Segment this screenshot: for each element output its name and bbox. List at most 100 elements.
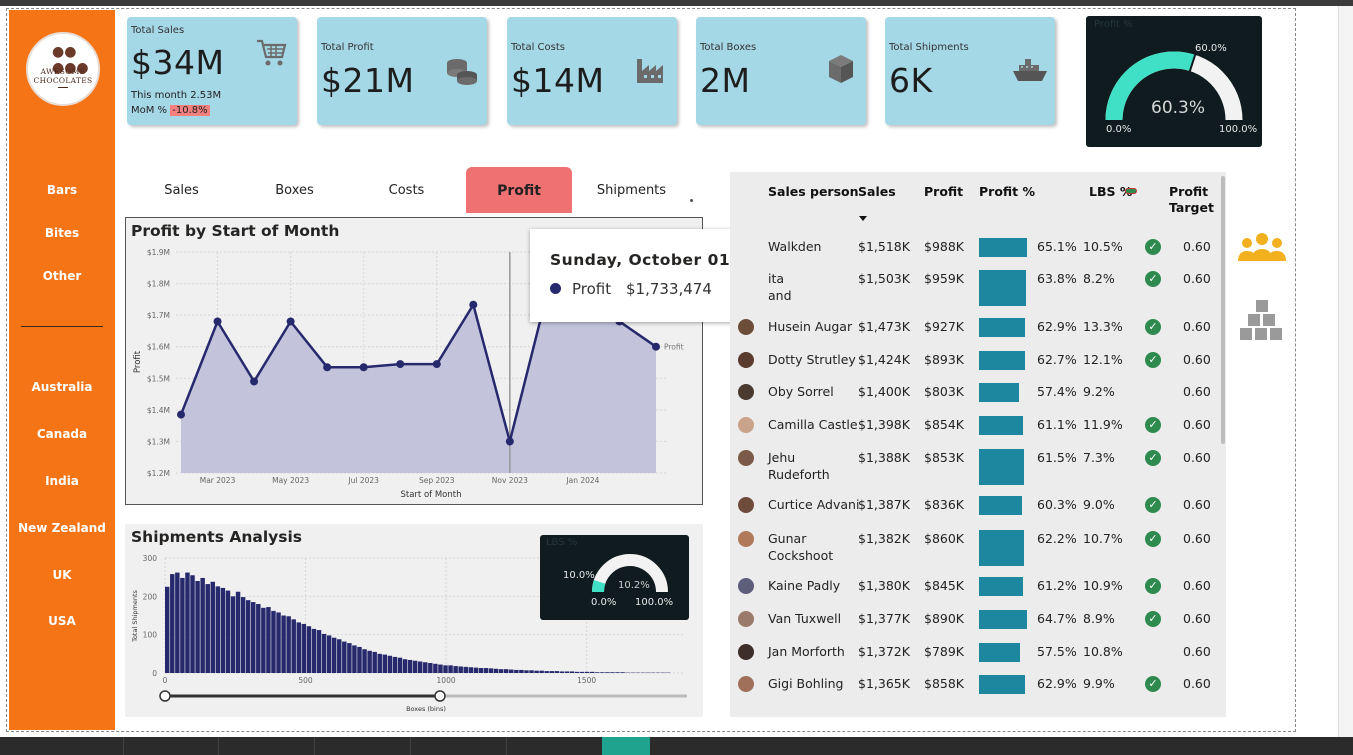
tab-sales[interactable]: Sales: [129, 167, 234, 213]
column-header-profit-target[interactable]: Profit Target: [1169, 184, 1214, 216]
profit-target-value: 0.60: [1183, 676, 1211, 691]
lbs-percent-value: 13.3%: [1083, 319, 1123, 334]
histogram-bar: [584, 671, 590, 673]
histogram-bar: [357, 646, 362, 673]
lbs-percent-value: 9.0%: [1083, 497, 1115, 512]
histogram-bar: [605, 672, 610, 673]
histogram-bar: [549, 671, 554, 673]
kpi-label: Total Costs: [511, 42, 565, 53]
sidebar-item-bars[interactable]: Bars: [9, 183, 115, 197]
profit-percent-bar: [979, 270, 1026, 306]
kpi-card-total-shipments[interactable]: Total Shipments 6K: [885, 17, 1055, 125]
tooltip-value: $1,733,474: [626, 280, 712, 298]
sales-person-table[interactable]: Sales person Sales Profit Profit % LBS %…: [730, 172, 1226, 717]
kpi-card-total-profit[interactable]: Total Profit $21M: [317, 17, 487, 125]
histogram-bar: [382, 654, 388, 673]
x-axis-title: Start of Month: [400, 490, 461, 500]
sort-descending-icon[interactable]: [859, 216, 867, 221]
sidebar-item-bites[interactable]: Bites: [9, 226, 115, 240]
sidebar-item-australia[interactable]: Australia: [9, 380, 115, 394]
kpi-card-total-boxes[interactable]: Total Boxes 2M: [696, 17, 866, 125]
kpi-card-total-costs[interactable]: Total Costs $14M: [507, 17, 677, 125]
histogram-bar: [483, 668, 489, 673]
histogram-bar: [417, 661, 423, 673]
profit-target-value: 0.60: [1183, 384, 1211, 399]
histogram-bar: [185, 572, 190, 673]
histogram-bar: [256, 604, 261, 673]
people-icon[interactable]: [1238, 232, 1286, 262]
column-header-profit-percent[interactable]: Profit %: [979, 184, 1035, 200]
y-tick-label: $1.7M: [147, 311, 170, 320]
sales-value: $1,503K: [858, 271, 910, 286]
column-header-sales[interactable]: Sales: [858, 184, 896, 200]
window-right-edge: [1338, 6, 1353, 737]
range-slider-handle-start[interactable]: [159, 690, 171, 702]
histogram-bar: [534, 670, 539, 673]
histogram-bar: [301, 623, 307, 673]
profit-percent-bar: [979, 577, 1023, 596]
active-page-tab[interactable]: [602, 737, 650, 755]
sidebar-item-canada[interactable]: Canada: [9, 427, 115, 441]
sidebar-item-other[interactable]: Other: [9, 269, 115, 283]
profit-percent-gauge[interactable]: Profit % 60.3% 60.0% 0.0% 100.0%: [1086, 16, 1262, 147]
profit-percent-value: 57.4%: [1037, 384, 1077, 399]
profit-percent-bar: [979, 530, 1024, 566]
y-tick-label: $1.5M: [147, 374, 170, 383]
sidebar-item-new-zealand[interactable]: New Zealand: [9, 521, 115, 535]
profit-percent-value: 61.5%: [1037, 450, 1077, 465]
sidebar-item-uk[interactable]: UK: [9, 568, 115, 582]
avatar: [738, 644, 754, 660]
profit-value: $858K: [924, 676, 965, 691]
column-header-sales-person[interactable]: Sales person: [768, 184, 859, 200]
y-tick-label: $1.6M: [147, 343, 170, 352]
sidebar: ●● ●●● AWESOME CHOCOLATES Bars Bites Othe…: [9, 10, 115, 730]
sidebar-item-india[interactable]: India: [9, 474, 115, 488]
histogram-bar: [488, 668, 494, 673]
profit-target-value: 0.60: [1183, 271, 1211, 286]
histogram-bar: [544, 671, 549, 673]
data-point: [396, 360, 405, 369]
data-point: [432, 360, 441, 369]
sales-value: $1,377K: [858, 611, 910, 626]
y-tick-label: $1.4M: [147, 406, 170, 415]
lbs-percent-gauge[interactable]: LBS % 10.0% 10.2% 0.0% 100.0%: [540, 535, 689, 620]
lbs-percent-value: 12.1%: [1083, 352, 1123, 367]
profit-target-value: 0.60: [1183, 239, 1211, 254]
y-tick-label: $1.9M: [147, 248, 170, 257]
histogram-bar: [175, 572, 180, 673]
tab-profit[interactable]: Profit: [466, 167, 572, 213]
target-met-check-icon: ✓: [1145, 497, 1161, 513]
sales-person-name: Walkden: [768, 239, 822, 254]
x-tick-label: 1000: [437, 676, 456, 685]
histogram-bar: [524, 670, 529, 673]
histogram-bar: [407, 659, 413, 673]
tooltip-series-name: Profit: [572, 280, 612, 298]
histogram-bar: [514, 669, 519, 673]
kpi-this-month: This month 2.53M: [131, 90, 222, 101]
tab-boxes[interactable]: Boxes: [242, 167, 347, 213]
sidebar-item-usa[interactable]: USA: [9, 614, 115, 628]
range-slider-handle-end[interactable]: [434, 690, 446, 702]
histogram-bar: [342, 641, 347, 673]
histogram-bar: [165, 586, 170, 673]
logo-brand-text: AWESOME CHOCOLATES: [33, 67, 93, 85]
page-tab-separator: [410, 737, 411, 755]
stacked-boxes-icon[interactable]: [1240, 300, 1284, 344]
histogram-bar: [251, 602, 256, 673]
tab-shipments[interactable]: Shipments: [579, 167, 684, 213]
table-scrollbar[interactable]: [1221, 176, 1225, 444]
histogram-bar: [493, 668, 499, 673]
profit-percent-value: 62.9%: [1037, 319, 1077, 334]
data-point: [652, 342, 660, 351]
profit-percent-value: 61.2%: [1037, 578, 1077, 593]
data-point: [323, 363, 332, 372]
tab-costs[interactable]: Costs: [354, 167, 459, 213]
lbs-percent-value: 8.2%: [1083, 271, 1115, 286]
kpi-card-total-sales[interactable]: Total Sales $34M This month 2.53M MoM % …: [127, 17, 297, 125]
profit-percent-bar: [979, 238, 1027, 257]
histogram-bar: [412, 660, 418, 673]
column-header-profit[interactable]: Profit: [924, 184, 963, 200]
profit-percent-bar: [979, 675, 1025, 694]
profit-value: $854K: [924, 417, 965, 432]
histogram-bar: [215, 586, 221, 673]
